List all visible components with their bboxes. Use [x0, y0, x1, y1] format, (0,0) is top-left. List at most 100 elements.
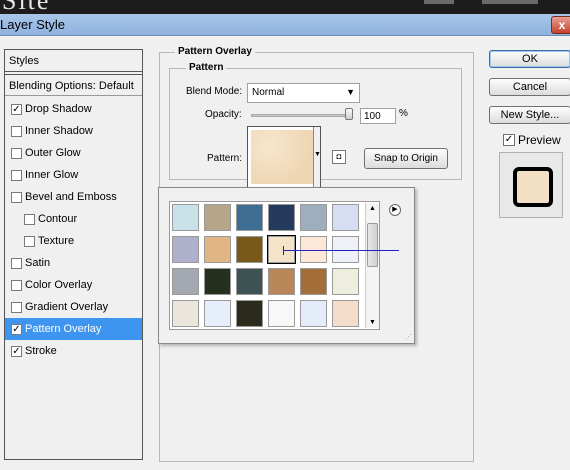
style-item-checkbox[interactable]: [11, 148, 22, 159]
background-nav-item: [482, 0, 538, 4]
style-item-label: Color Overlay: [25, 279, 93, 291]
close-button[interactable]: x: [551, 16, 570, 34]
pattern-tile[interactable]: [268, 268, 295, 295]
blending-options-item[interactable]: Blending Options: Default: [5, 74, 142, 96]
pattern-tile[interactable]: [172, 236, 199, 263]
style-item-checkbox[interactable]: [11, 192, 22, 203]
pattern-tile[interactable]: [236, 300, 263, 327]
pattern-tile[interactable]: [204, 300, 231, 327]
style-item-label: Texture: [38, 235, 75, 247]
opacity-label: Opacity:: [205, 109, 242, 120]
pattern-tile[interactable]: [300, 268, 327, 295]
style-item-label: Gradient Overlay: [25, 301, 109, 313]
blend-mode-select[interactable]: Normal ▼: [247, 83, 360, 103]
opacity-unit: %: [399, 108, 408, 119]
preview-checkbox[interactable]: ✓: [503, 134, 515, 146]
background-nav-item: [424, 0, 454, 4]
pattern-tile[interactable]: [236, 268, 263, 295]
style-item-bevel-and-emboss[interactable]: Bevel and Emboss: [5, 186, 142, 208]
style-item-checkbox[interactable]: [11, 302, 22, 313]
new-preset-icon[interactable]: ◘: [332, 150, 346, 164]
style-item-checkbox[interactable]: ✓: [11, 324, 22, 335]
pattern-tile[interactable]: [172, 268, 199, 295]
style-item-label: Contour: [38, 213, 78, 225]
styles-header[interactable]: Styles: [5, 50, 142, 72]
style-item-label: Inner Glow: [25, 169, 79, 181]
style-item-label: Drop Shadow: [25, 103, 92, 115]
style-item-label: Satin: [25, 257, 51, 269]
opacity-slider-track[interactable]: [251, 114, 353, 117]
dialog-title: Layer Style: [0, 17, 66, 32]
style-item-stroke[interactable]: ✓ Stroke: [5, 340, 142, 362]
pattern-tile[interactable]: [236, 236, 263, 263]
background-site-title: Site: [2, 0, 50, 14]
pattern-tile[interactable]: [300, 300, 327, 327]
measure-guide-line: [283, 250, 399, 251]
pattern-tile[interactable]: [204, 236, 231, 263]
style-item-checkbox[interactable]: [11, 126, 22, 137]
style-item-checkbox[interactable]: [11, 280, 22, 291]
preview-label: Preview: [518, 133, 561, 147]
pattern-scrollbar[interactable]: ▲ ▼: [365, 203, 379, 328]
chevron-down-icon: ▼: [346, 87, 355, 97]
blend-mode-value: Normal: [252, 87, 285, 98]
pattern-grid: [169, 201, 380, 330]
opacity-slider-thumb[interactable]: [345, 108, 353, 120]
scroll-up-icon[interactable]: ▲: [369, 205, 376, 212]
pattern-tile[interactable]: [332, 300, 359, 327]
style-item-contour[interactable]: Contour: [5, 208, 142, 230]
opacity-input[interactable]: 100: [360, 108, 396, 124]
style-item-label: Bevel and Emboss: [25, 191, 117, 203]
style-item-texture[interactable]: Texture: [5, 230, 142, 252]
scroll-down-icon[interactable]: ▼: [369, 319, 376, 326]
new-style-button[interactable]: New Style...: [489, 106, 570, 124]
style-item-checkbox[interactable]: [24, 214, 35, 225]
blend-mode-label: Blend Mode:: [186, 86, 243, 97]
pattern-tile[interactable]: [332, 204, 359, 231]
picker-menu-icon[interactable]: ▶: [389, 204, 401, 216]
style-item-label: Pattern Overlay: [25, 323, 102, 335]
styles-list: Styles Blending Options: Default ✓ Drop S…: [4, 49, 143, 460]
style-item-checkbox[interactable]: ✓: [11, 104, 22, 115]
style-item-pattern-overlay[interactable]: ✓ Pattern Overlay: [5, 318, 142, 340]
style-item-satin[interactable]: Satin: [5, 252, 142, 274]
style-item-label: Inner Shadow: [25, 125, 93, 137]
style-item-checkbox[interactable]: [24, 236, 35, 247]
style-preview: [499, 152, 563, 218]
style-item-checkbox[interactable]: [11, 170, 22, 181]
pattern-tile[interactable]: [172, 300, 199, 327]
dialog-title-bar: Layer Style x: [0, 14, 570, 36]
pattern-tile[interactable]: [204, 268, 231, 295]
pattern-tile[interactable]: [268, 204, 295, 231]
pattern-tile[interactable]: [268, 300, 295, 327]
pattern-label: Pattern:: [207, 153, 243, 164]
scroll-thumb[interactable]: [367, 223, 378, 267]
snap-to-origin-button[interactable]: Snap to Origin: [364, 148, 448, 169]
resize-grip-icon[interactable]: ⋰: [405, 333, 412, 341]
background-app-strip: Site: [0, 0, 570, 14]
ok-button[interactable]: OK: [489, 50, 570, 68]
style-item-inner-shadow[interactable]: Inner Shadow: [5, 120, 142, 142]
style-item-color-overlay[interactable]: Color Overlay: [5, 274, 142, 296]
style-item-inner-glow[interactable]: Inner Glow: [5, 164, 142, 186]
pattern-tile[interactable]: [236, 204, 263, 231]
style-item-checkbox[interactable]: [11, 258, 22, 269]
pattern-tile[interactable]: [204, 204, 231, 231]
pattern-overlay-heading: Pattern Overlay: [175, 46, 255, 57]
style-item-label: Stroke: [25, 345, 57, 357]
style-item-drop-shadow[interactable]: ✓ Drop Shadow: [5, 98, 142, 120]
style-item-outer-glow[interactable]: Outer Glow: [5, 142, 142, 164]
pattern-swatch-preview: [251, 130, 315, 184]
pattern-dropdown-arrow-icon[interactable]: ▼: [313, 127, 321, 187]
style-item-checkbox[interactable]: ✓: [11, 346, 22, 357]
pattern-subgroup-heading: Pattern: [186, 62, 227, 73]
style-item-gradient-overlay[interactable]: Gradient Overlay: [5, 296, 142, 318]
pattern-tile[interactable]: [172, 204, 199, 231]
pattern-tile[interactable]: [300, 204, 327, 231]
style-preview-shape: [513, 167, 553, 207]
pattern-picker-popup: ▲ ▼ ▶ ⋰: [158, 187, 415, 344]
pattern-swatch[interactable]: ▼: [247, 126, 321, 188]
style-item-label: Outer Glow: [25, 147, 81, 159]
pattern-tile[interactable]: [332, 268, 359, 295]
cancel-button[interactable]: Cancel: [489, 78, 570, 96]
